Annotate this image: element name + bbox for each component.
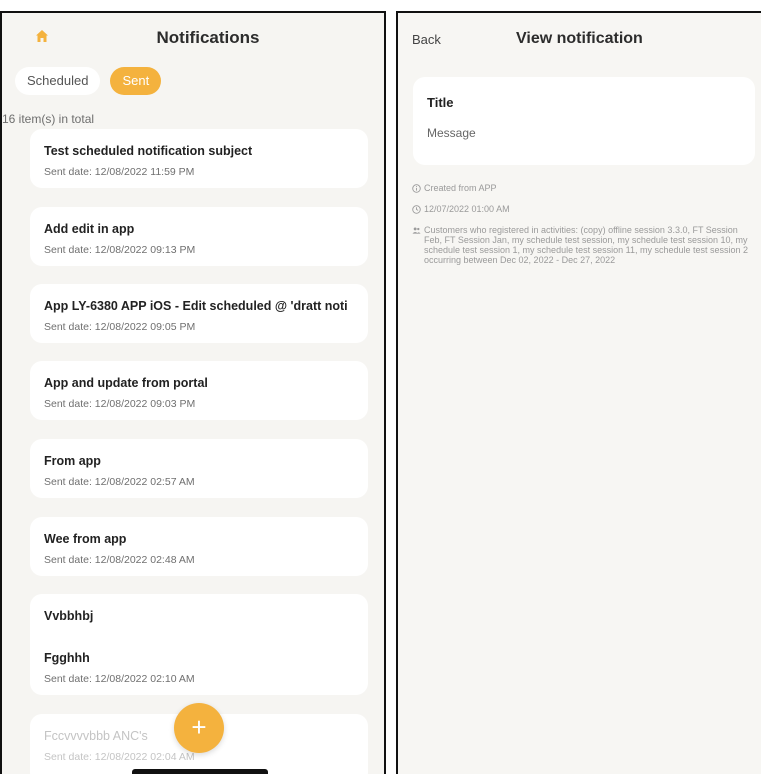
notification-date: Sent date: 12/08/2022 09:03 PM [44, 398, 196, 410]
page-title: View notification [516, 30, 643, 47]
notification-title: Vvbbhbj [44, 609, 94, 623]
notification-detail-title: Title [427, 95, 454, 110]
audience-row: Customers who registered in activities: … [412, 225, 750, 265]
datetime-text: 12/07/2022 01:00 AM [424, 204, 510, 214]
notification-body: Fgghhh [44, 651, 90, 665]
notification-date: Sent date: 12/08/2022 09:05 PM [44, 321, 196, 333]
notification-title: Wee from app [44, 532, 127, 546]
notification-title: App and update from portal [44, 376, 208, 390]
notification-date: Sent date: 12/08/2022 09:13 PM [44, 244, 196, 256]
notification-title: Test scheduled notification subject [44, 144, 253, 158]
created-from-row: Created from APP [412, 183, 497, 193]
add-notification-button[interactable]: + [174, 703, 224, 753]
back-button[interactable]: Back [412, 32, 441, 47]
notifications-screen: Notifications Scheduled Sent 16 item(s) … [0, 11, 386, 774]
notification-title: Add edit in app [44, 222, 135, 236]
clock-icon [412, 205, 421, 214]
notification-detail-message: Message [427, 126, 476, 140]
notification-card[interactable]: App and update from portal Sent date: 12… [30, 361, 368, 420]
app-stage: Notifications Scheduled Sent 16 item(s) … [0, 0, 761, 774]
users-icon [412, 227, 421, 234]
notification-title: From app [44, 454, 101, 468]
notification-filter-tabs: Scheduled Sent [15, 67, 162, 95]
notification-date: Sent date: 12/08/2022 02:57 AM [44, 476, 195, 488]
view-notification-screen: Back View notification Title Message Cre… [396, 11, 761, 774]
notification-date: Sent date: 12/08/2022 02:48 AM [44, 554, 195, 566]
notification-title: App LY-6380 APP iOS - Edit scheduled @ '… [44, 299, 348, 313]
notification-card[interactable]: Vvbbhbj Fgghhh Sent date: 12/08/2022 02:… [30, 594, 368, 695]
notifications-header: Notifications [2, 13, 384, 63]
tab-sent[interactable]: Sent [110, 67, 162, 95]
notification-detail-card: Title Message [413, 77, 755, 165]
notification-date: Sent date: 12/08/2022 11:59 PM [44, 166, 195, 178]
notification-card[interactable]: App LY-6380 APP iOS - Edit scheduled @ '… [30, 284, 368, 343]
total-count: 16 item(s) in total [2, 112, 95, 126]
notification-card[interactable]: Wee from app Sent date: 12/08/2022 02:48… [30, 517, 368, 576]
notification-card[interactable]: Add edit in app Sent date: 12/08/2022 09… [30, 207, 368, 266]
tab-scheduled[interactable]: Scheduled [15, 67, 101, 95]
home-indicator [132, 769, 268, 774]
audience-text: Customers who registered in activities: … [424, 225, 748, 265]
notification-card[interactable]: Test scheduled notification subject Sent… [30, 129, 368, 188]
notification-date: Sent date: 12/08/2022 02:10 AM [44, 673, 195, 685]
created-from-text: Created from APP [424, 183, 497, 193]
info-icon [412, 184, 421, 193]
page-title: Notifications [156, 28, 260, 47]
notification-card[interactable]: From app Sent date: 12/08/2022 02:57 AM [30, 439, 368, 498]
datetime-row: 12/07/2022 01:00 AM [412, 204, 510, 214]
